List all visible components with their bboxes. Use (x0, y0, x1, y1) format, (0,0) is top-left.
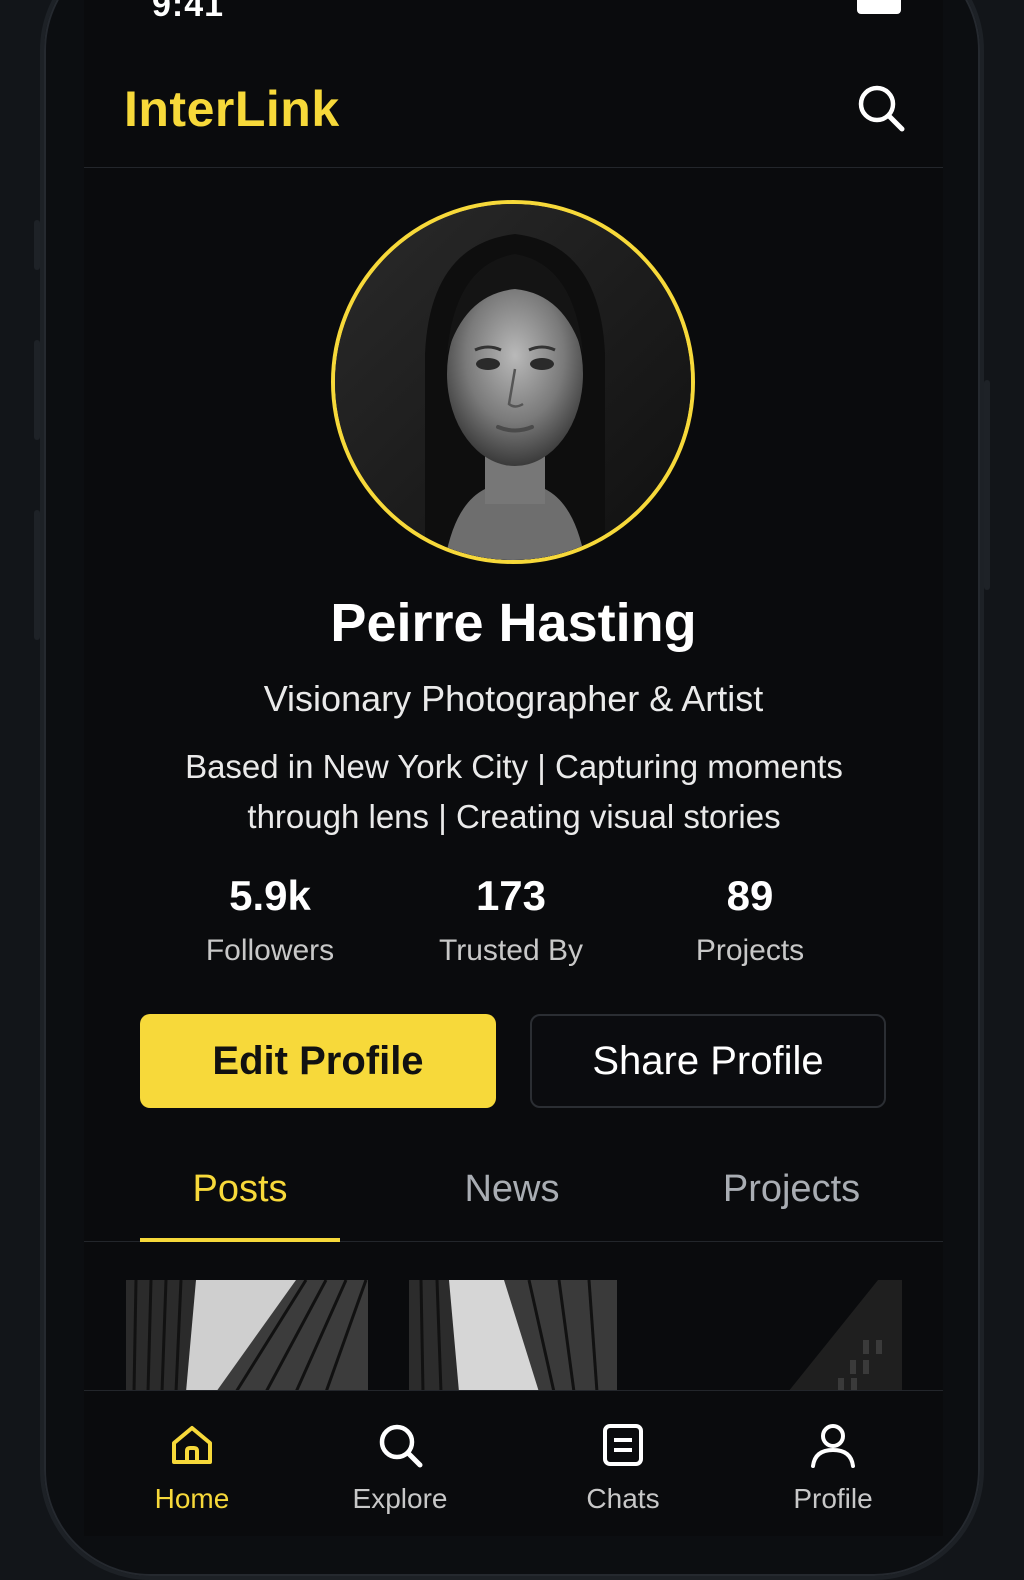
nav-home[interactable]: Home (112, 1421, 272, 1515)
user-icon (811, 1424, 855, 1468)
app-header: InterLink (84, 58, 943, 168)
bottom-navigation: Home Explore Chats Profile (84, 1390, 943, 1536)
nav-explore[interactable]: Explore (320, 1421, 480, 1515)
nav-label: Profile (793, 1483, 873, 1514)
avatar[interactable] (331, 200, 695, 564)
building-photo (126, 1280, 368, 1392)
posts-grid (84, 1280, 943, 1392)
profile-bio: Based in New York City | Capturing momen… (185, 748, 843, 835)
stat-value: 173 (475, 872, 547, 919)
post-thumbnail[interactable] (126, 1280, 368, 1392)
chat-icon (603, 1424, 643, 1466)
side-button (34, 220, 40, 270)
profile-tagline: Visionary Photographer & Artist (263, 678, 764, 719)
stat-trusted-by[interactable]: 173 Trusted By (391, 872, 631, 968)
side-button (34, 510, 40, 640)
stat-label: Projects (695, 934, 805, 967)
tab-posts[interactable]: Posts (140, 1168, 340, 1211)
stat-value: 89 (726, 872, 774, 919)
stat-value: 5.9k (229, 872, 311, 919)
tab-news[interactable]: News (412, 1168, 612, 1211)
stat-label: Trusted By (439, 934, 583, 967)
nav-label: Chats (586, 1483, 660, 1514)
brand-logo: InterLink (124, 81, 340, 137)
active-tab-indicator (140, 1238, 340, 1242)
building-photo (658, 1280, 902, 1392)
stat-projects[interactable]: 89 Projects (630, 872, 870, 968)
building-photo (409, 1280, 617, 1392)
search-icon (858, 85, 905, 132)
profile-tabs: Posts News Projects (84, 1150, 943, 1242)
tab-projects[interactable]: Projects (684, 1168, 899, 1211)
side-button (34, 340, 40, 440)
status-time: 9:41 (152, 0, 225, 24)
edit-profile-button[interactable]: Edit Profile (140, 1014, 496, 1108)
home-icon (172, 1426, 212, 1464)
app-screen: 9:41 InterLink Peirre Hasting Visionary … (84, 0, 943, 1536)
nav-label: Home (154, 1483, 230, 1514)
nav-chats[interactable]: Chats (543, 1421, 703, 1515)
share-profile-button[interactable]: Share Profile (530, 1014, 886, 1108)
battery-icon (857, 0, 901, 14)
stat-label: Followers (205, 934, 335, 967)
nav-label: Explore (352, 1483, 448, 1514)
post-thumbnail[interactable] (658, 1280, 902, 1392)
post-thumbnail[interactable] (409, 1280, 617, 1392)
search-button[interactable] (855, 82, 907, 134)
side-button (984, 380, 990, 590)
profile-stats: 5.9k Followers 173 Trusted By 89 Project… (84, 872, 943, 982)
nav-profile[interactable]: Profile (753, 1421, 913, 1515)
stat-followers[interactable]: 5.9k Followers (150, 872, 390, 968)
profile-name: Peirre Hasting (330, 593, 697, 653)
search-icon (379, 1424, 423, 1468)
portrait-photo (335, 204, 691, 560)
